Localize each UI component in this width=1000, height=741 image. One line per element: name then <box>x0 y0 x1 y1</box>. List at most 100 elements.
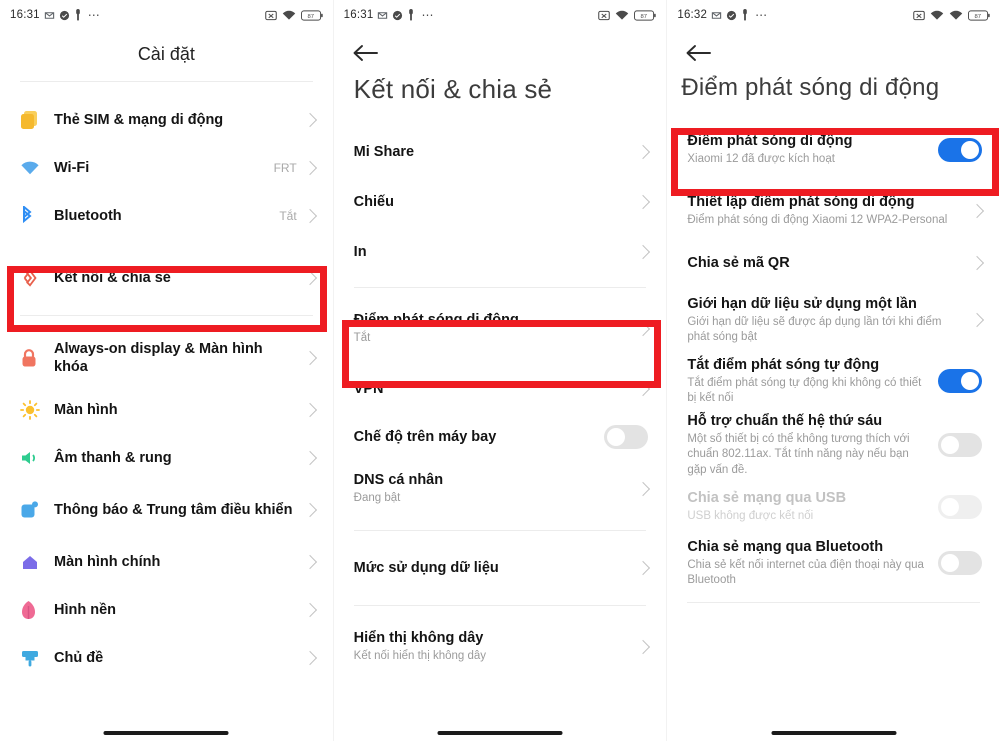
row-one-time-data-limit[interactable]: Giới hạn dữ liệu sử dụng một lần Giới hạ… <box>667 288 1000 352</box>
lock-icon <box>20 348 54 368</box>
row-text: VPN <box>354 380 637 398</box>
status-bar-left: 16:32 ⋯ <box>677 8 768 22</box>
row-text: Chế độ trên máy bay <box>354 428 605 446</box>
settings-row-label: Hình nền <box>54 601 117 618</box>
row-text: Mức sử dụng dữ liệu <box>354 559 637 577</box>
settings-row-wallpaper[interactable]: Hình nền <box>0 586 333 634</box>
row-subtitle: Kết nối hiển thị không dây <box>353 650 487 663</box>
no-sim-icon <box>598 10 611 21</box>
row-label: In <box>353 243 367 260</box>
row-wireless-display[interactable]: Hiển thị không dây Kết nối hiển thị khôn… <box>333 622 667 672</box>
row-print[interactable]: In <box>333 227 667 277</box>
home-icon <box>20 553 54 571</box>
header-divider <box>20 81 313 82</box>
settings-row-text: Thẻ SIM & mạng di động <box>54 111 303 129</box>
settings-row-sound[interactable]: Âm thanh & rung <box>0 434 333 482</box>
gmail-icon <box>711 10 722 21</box>
row-subtitle: Chia sẻ kết nối internet của điện thoại … <box>687 558 924 587</box>
theme-brush-icon <box>20 649 54 668</box>
toggle-knob <box>941 554 960 572</box>
back-arrow-icon[interactable] <box>352 38 386 68</box>
wallpaper-flower-icon <box>20 600 54 620</box>
home-indicator <box>771 731 897 735</box>
settings-row-connection-share[interactable]: Kết nối & chia sẻ <box>0 252 333 304</box>
settings-row-bluetooth[interactable]: Bluetooth Tắt <box>0 192 333 240</box>
row-hotspot-setup[interactable]: Thiết lập điểm phát sóng di động Điểm ph… <box>667 184 1000 238</box>
settings-row-text: Wi-Fi <box>54 159 274 177</box>
row-airplane-mode[interactable]: Chế độ trên máy bay <box>333 412 667 462</box>
settings-row-label: Chủ đề <box>54 649 104 666</box>
settings-row-value: Tắt <box>279 209 297 223</box>
wifi-icon <box>282 10 296 21</box>
row-mi-share[interactable]: Mi Share <box>333 127 667 177</box>
check-shield-icon <box>59 10 70 21</box>
no-sim-icon <box>264 10 277 21</box>
svg-text:87: 87 <box>641 13 648 19</box>
settings-row-text: Hình nền <box>54 601 303 619</box>
chevron-right-icon <box>302 160 317 176</box>
three-screenshot-strip: 16:31 ⋯ 87 Cài đặt Thẻ SIM & mạng di độn… <box>0 0 1000 741</box>
bluetooth-icon <box>20 206 54 226</box>
row-hotspot-master[interactable]: Điểm phát sóng di động Xiaomi 12 đã được… <box>667 122 1000 178</box>
page-title: Điểm phát sóng di động <box>681 74 940 101</box>
status-bar-right: 87 <box>913 9 990 21</box>
home-indicator <box>103 731 229 735</box>
settings-row-wifi[interactable]: Wi-Fi FRT <box>0 144 333 192</box>
row-label: Điểm phát sóng di động <box>353 312 519 329</box>
back-arrow-icon[interactable] <box>685 38 719 68</box>
chevron-right-icon <box>969 312 985 328</box>
chevron-right-icon <box>302 402 317 418</box>
row-bluetooth-tethering[interactable]: Chia sẻ mạng qua Bluetooth Chia sẻ kết n… <box>667 534 1000 592</box>
settings-row-text: Âm thanh & rung <box>54 449 303 467</box>
chevron-right-icon <box>636 244 651 260</box>
airplane-mode-toggle[interactable] <box>604 425 649 449</box>
row-label: Chia sẻ mạng qua USB <box>687 490 847 507</box>
screen-mobile-hotspot: 16:32 ⋯ 87 Điểm phát sóng di động Điểm p… <box>666 0 1000 741</box>
home-indicator <box>437 731 563 735</box>
row-share-qr[interactable]: Chia sẻ mã QR <box>667 238 1000 288</box>
row-auto-turn-off-hotspot[interactable]: Tắt điểm phát sóng tự động Tắt điểm phát… <box>667 352 1000 410</box>
row-wifi6-support[interactable]: Hỗ trợ chuẩn thế hệ thứ sáu Một số thiết… <box>667 410 1000 480</box>
row-mobile-hotspot[interactable]: Điểm phát sóng di động Tắt <box>333 302 667 356</box>
row-subtitle: Một số thiết bị có thể không tương thích… <box>687 433 910 476</box>
wifi-icon <box>949 10 963 21</box>
row-cast[interactable]: Chiếu <box>333 177 667 227</box>
row-private-dns[interactable]: DNS cá nhân Đang bật <box>333 462 667 516</box>
row-label: Chế độ trên máy bay <box>353 428 497 445</box>
svg-text:87: 87 <box>307 13 314 19</box>
settings-row-label: Thẻ SIM & mạng di động <box>54 111 224 128</box>
chevron-right-icon <box>636 194 651 210</box>
settings-row-text: Chủ đề <box>54 649 303 667</box>
chevron-right-icon <box>636 481 651 497</box>
toggle-knob <box>941 498 960 516</box>
row-data-usage[interactable]: Mức sử dụng dữ liệu <box>333 545 667 591</box>
bluetooth-tethering-toggle[interactable] <box>938 551 983 575</box>
settings-row-sim[interactable]: Thẻ SIM & mạng di động <box>0 96 333 144</box>
row-label: Hỗ trợ chuẩn thế hệ thứ sáu <box>687 413 883 430</box>
settings-row-label: Kết nối & chia sẻ <box>54 269 171 286</box>
settings-row-theme[interactable]: Chủ đề <box>0 634 333 682</box>
settings-row-aod-lockscreen[interactable]: Always-on display & Màn hình khóa <box>0 330 333 386</box>
auto-turn-off-toggle[interactable] <box>938 369 983 393</box>
settings-row-label: Âm thanh & rung <box>54 449 172 466</box>
settings-row-notifications[interactable]: Thông báo & Trung tâm điều khiển <box>0 482 333 538</box>
screen-connection-share: 16:31 ⋯ 87 Kết nối & chia sẻ Mi Share Ch… <box>332 0 667 741</box>
status-time: 16:31 <box>343 9 374 21</box>
chevron-right-icon <box>302 270 317 286</box>
hotspot-toggle[interactable] <box>938 138 983 162</box>
settings-row-display[interactable]: Màn hình <box>0 386 333 434</box>
row-text: Chiếu <box>354 193 637 211</box>
row-text: Chia sẻ mạng qua Bluetooth Chia sẻ kết n… <box>687 538 938 588</box>
toggle-knob <box>961 141 980 159</box>
status-bar: 16:31 ⋯ 87 <box>0 0 333 30</box>
row-text: Điểm phát sóng di động Tắt <box>354 311 637 346</box>
settings-row-home-screen[interactable]: Màn hình chính <box>0 538 333 586</box>
status-bar-right: 87 <box>598 9 657 21</box>
row-vpn[interactable]: VPN <box>333 366 667 412</box>
row-label: Hiển thị không dây <box>353 630 484 647</box>
settings-row-text: Always-on display & Màn hình khóa <box>54 340 303 376</box>
wifi6-toggle[interactable] <box>938 433 983 457</box>
row-text: Hỗ trợ chuẩn thế hệ thứ sáu Một số thiết… <box>687 412 938 478</box>
chevron-right-icon <box>969 203 985 219</box>
chevron-right-icon <box>302 502 317 518</box>
